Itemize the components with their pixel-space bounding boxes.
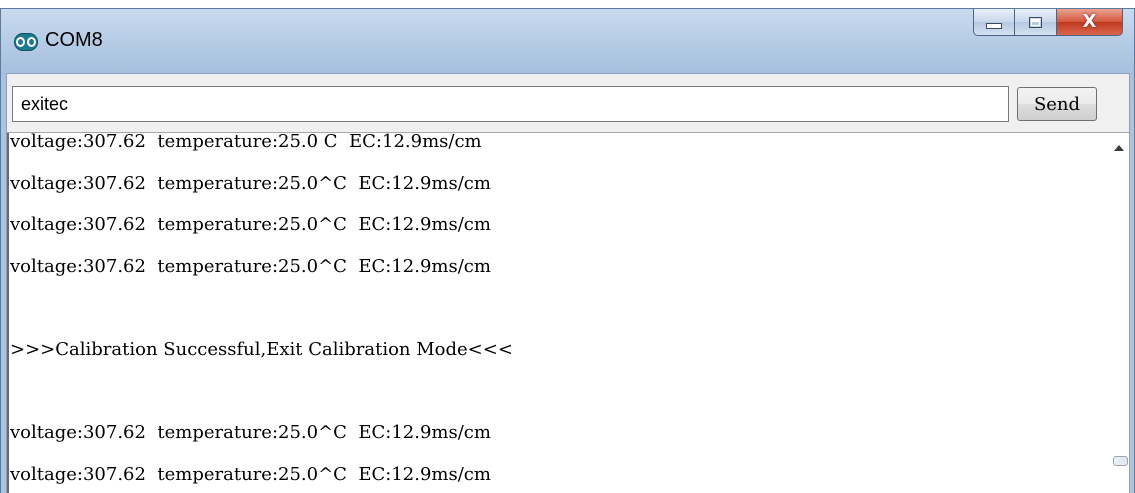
serial-input-field[interactable] — [12, 86, 1009, 122]
client-area: Send voltage:307.62 temperature:25.0 C E… — [6, 73, 1130, 493]
output-line: voltage:307.62 temperature:25.0^C EC:12.… — [10, 422, 491, 444]
screenshot: COM8 X Send voltage:307.62 tempe — [0, 0, 1135, 493]
output-border — [7, 133, 9, 493]
output-line: voltage:307.62 temperature:25.0 C EC:12.… — [10, 132, 482, 152]
close-button[interactable]: X — [1057, 9, 1123, 36]
minimize-icon — [986, 23, 1002, 29]
output-lines: voltage:307.62 temperature:25.0 C EC:12.… — [10, 132, 1110, 493]
output-line: >>>Calibration Successful,Exit Calibrati… — [10, 338, 513, 360]
scroll-up-arrow-icon[interactable] — [1114, 145, 1124, 151]
scrollbar-thumb[interactable] — [1113, 456, 1128, 466]
output-line: voltage:307.62 temperature:25.0^C EC:12.… — [10, 463, 491, 485]
close-icon: X — [1082, 11, 1097, 32]
serial-monitor-window: COM8 X Send voltage:307.62 tempe — [0, 8, 1135, 493]
serial-output-area[interactable]: voltage:307.62 temperature:25.0 C EC:12.… — [7, 132, 1129, 493]
minimize-button[interactable] — [973, 9, 1015, 36]
title-bar[interactable]: COM8 X — [1, 9, 1134, 73]
maximize-button[interactable] — [1015, 9, 1057, 36]
send-button[interactable]: Send — [1017, 87, 1097, 121]
output-line: voltage:307.62 temperature:25.0^C EC:12.… — [10, 255, 491, 277]
maximize-icon — [1029, 16, 1042, 28]
vertical-scrollbar[interactable] — [1109, 133, 1129, 493]
arduino-icon — [14, 33, 38, 51]
window-title: COM8 — [45, 29, 103, 51]
output-line: voltage:307.62 temperature:25.0^C EC:12.… — [10, 214, 491, 236]
output-line: voltage:307.62 temperature:25.0^C EC:12.… — [10, 172, 491, 194]
caption-buttons: X — [973, 9, 1123, 37]
